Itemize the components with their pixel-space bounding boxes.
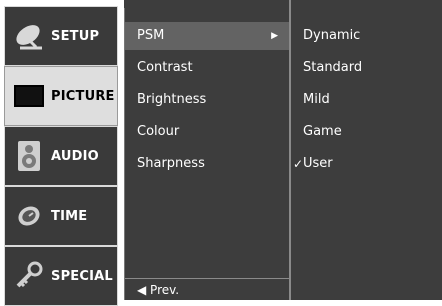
nav-label-special: SPECIAL — [51, 268, 113, 284]
nav-item-setup[interactable]: SETUP — [4, 6, 118, 66]
option-standard[interactable]: Standard — [291, 54, 442, 82]
satellite-dish-icon — [11, 18, 47, 54]
prev-button[interactable]: ◀ Prev. — [125, 278, 290, 300]
nav-label-setup: SETUP — [51, 28, 100, 44]
submenu-arrow-icon: ▶ — [271, 31, 278, 41]
picture-submenu: PSM ▶ Contrast Brightness Colour Sharpne… — [124, 8, 290, 300]
menu-item-brightness[interactable]: Brightness — [125, 86, 290, 114]
option-game[interactable]: Game — [291, 118, 442, 146]
option-user[interactable]: ✓ User — [291, 150, 442, 178]
option-dynamic[interactable]: Dynamic — [291, 22, 442, 50]
menu-item-sharpness-label: Sharpness — [137, 156, 205, 171]
option-user-label: User — [303, 156, 333, 171]
nav-item-special[interactable]: SPECIAL — [4, 246, 118, 306]
nav-label-time: TIME — [51, 208, 88, 224]
option-dynamic-label: Dynamic — [303, 28, 361, 43]
menu-item-brightness-label: Brightness — [137, 92, 207, 107]
speaker-icon — [11, 138, 47, 174]
checkmark-icon: ✓ — [293, 157, 304, 171]
menu-top-strip — [124, 0, 442, 8]
option-standard-label: Standard — [303, 60, 363, 75]
menu-item-sharpness[interactable]: Sharpness — [125, 150, 290, 178]
nav-label-picture: PICTURE — [51, 88, 115, 104]
tv-screen-icon — [11, 78, 47, 114]
menu-item-contrast-label: Contrast — [137, 60, 193, 75]
main-menu-sidebar: SETUP PICTURE AUDIO TIME SPECIAL — [0, 0, 118, 306]
menu-item-contrast[interactable]: Contrast — [125, 54, 290, 82]
nav-label-audio: AUDIO — [51, 148, 99, 164]
option-mild[interactable]: Mild — [291, 86, 442, 114]
option-game-label: Game — [303, 124, 342, 139]
menu-item-psm[interactable]: PSM ▶ — [125, 22, 290, 50]
clock-icon — [11, 198, 47, 234]
nav-item-audio[interactable]: AUDIO — [4, 126, 118, 186]
menu-item-colour-label: Colour — [137, 124, 180, 139]
nav-item-picture[interactable]: PICTURE — [4, 66, 118, 126]
option-mild-label: Mild — [303, 92, 330, 107]
nav-item-time[interactable]: TIME — [4, 186, 118, 246]
psm-options-list: Dynamic Standard Mild Game ✓ User — [291, 8, 442, 300]
menu-item-psm-label: PSM — [137, 28, 165, 43]
menu-item-colour[interactable]: Colour — [125, 118, 290, 146]
key-icon — [11, 258, 47, 294]
